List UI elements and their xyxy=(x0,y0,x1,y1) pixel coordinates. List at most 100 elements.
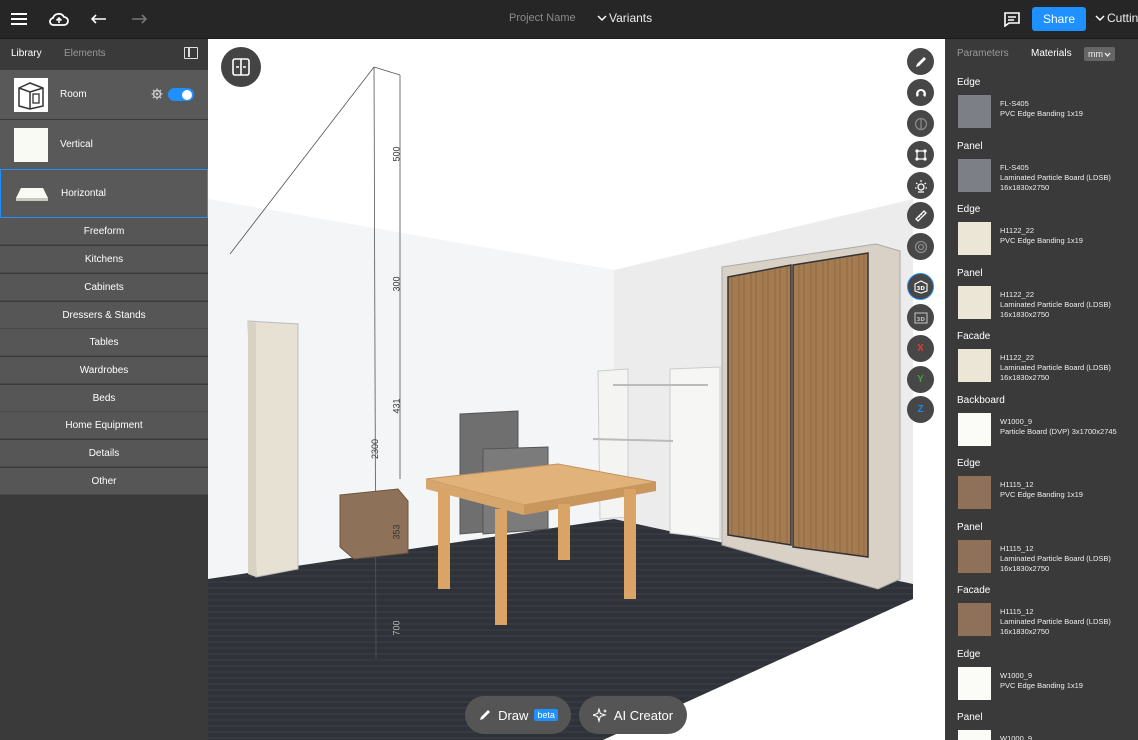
material-heading: Facade xyxy=(957,585,991,596)
material-description: H1122_22 PVC Edge Banding 1x19 xyxy=(1000,226,1083,246)
comments-icon[interactable] xyxy=(1001,8,1023,30)
category-tables[interactable]: Tables xyxy=(0,329,208,356)
magnet-tool[interactable] xyxy=(907,79,934,106)
library-item-label: Room xyxy=(60,89,87,100)
transform-tool[interactable] xyxy=(907,141,934,168)
material-swatch[interactable] xyxy=(958,666,991,700)
material-swatch[interactable] xyxy=(958,539,991,573)
panel-toggle-icon[interactable] xyxy=(184,47,198,59)
wardrobe[interactable] xyxy=(721,243,901,590)
axis-y-button[interactable]: Y xyxy=(907,366,934,393)
target-icon xyxy=(914,240,927,253)
svg-text:3D: 3D xyxy=(916,317,925,323)
material-heading: Panel xyxy=(957,521,983,533)
material-name: PVC Edge Banding 1x19 xyxy=(1000,236,1083,245)
vertical-panel-icon xyxy=(14,127,48,162)
tab-materials[interactable]: Materials xyxy=(1031,48,1072,59)
material-swatch[interactable] xyxy=(958,476,991,509)
material-heading: Panel xyxy=(957,712,983,723)
light-tool[interactable] xyxy=(907,172,934,199)
material-description: H1115_12 Laminated Particle Board (LDSB) 1… xyxy=(1000,607,1111,637)
category-beds[interactable]: Beds xyxy=(0,385,208,412)
share-button[interactable]: Share xyxy=(1032,7,1086,31)
menu-icon[interactable] xyxy=(8,8,30,30)
library-item-horizontal[interactable]: Horizontal xyxy=(0,169,208,218)
3d-viewport[interactable]: 500 300 431 2300 353 700 3D 3D X Y Z Dra… xyxy=(208,39,945,740)
ruler-tool[interactable] xyxy=(907,202,934,229)
material-swatch[interactable] xyxy=(958,730,991,740)
project-name[interactable]: Project Name xyxy=(509,12,576,24)
material-name: Particle Board (DVP) 3x1700x2745 xyxy=(1000,426,1117,436)
svg-text:3D: 3D xyxy=(916,286,925,292)
library-item-label: Horizontal xyxy=(61,188,107,199)
material-description: FL-S405 PVC Edge Banding 1x19 xyxy=(1000,99,1083,119)
category-details[interactable]: Details xyxy=(0,440,208,467)
material-swatch[interactable] xyxy=(958,412,991,446)
chevron-down-icon xyxy=(597,15,607,22)
category-freeform[interactable]: Freeform xyxy=(0,218,208,245)
library-item-label: Vertical xyxy=(60,139,93,150)
dimension-label: 700 xyxy=(391,620,402,636)
material-swatch[interactable] xyxy=(958,603,991,636)
material-code: FL-S405 xyxy=(1000,99,1029,108)
material-name: Laminated Particle Board (LDSB) xyxy=(1000,299,1111,309)
unit-select[interactable]: mm xyxy=(1084,47,1115,61)
tab-parameters[interactable]: Parameters xyxy=(957,48,1009,59)
material-swatch[interactable] xyxy=(958,95,991,128)
dimension-label: 353 xyxy=(391,524,402,540)
material-description: FL-S405 Laminated Particle Board (LDSB) 16… xyxy=(1000,163,1111,193)
tab-library[interactable]: Library xyxy=(11,48,42,59)
mirror-tool[interactable] xyxy=(907,110,934,137)
bounding-box-icon xyxy=(914,148,927,161)
library-item-vertical[interactable]: Vertical xyxy=(0,120,208,169)
room-visibility-toggle[interactable] xyxy=(168,88,194,101)
material-size: 16x1830x2750 xyxy=(1000,627,1050,636)
variants-dropdown[interactable]: Variants xyxy=(597,11,652,25)
category-cabinets[interactable]: Cabinets xyxy=(0,274,208,301)
pencil-tool[interactable] xyxy=(907,48,934,75)
cube-3d-outline-icon: 3D xyxy=(913,311,928,324)
view-3d-button[interactable]: 3D xyxy=(907,273,934,300)
material-swatch[interactable] xyxy=(958,158,991,192)
category-home-equipment[interactable]: Home Equipment xyxy=(0,412,208,439)
dimension-label: 300 xyxy=(391,276,402,292)
unit-value: mm xyxy=(1088,49,1103,59)
category-other[interactable]: Other xyxy=(0,468,208,495)
view-3d-alt-button[interactable]: 3D xyxy=(907,304,934,331)
axis-z-button[interactable]: Z xyxy=(907,396,934,423)
material-code: H1122_22 xyxy=(1000,353,1035,362)
material-name: Laminated Particle Board (LDSB) xyxy=(1000,553,1111,563)
material-size: 16x1830x2750 xyxy=(1000,309,1050,319)
beta-badge: beta xyxy=(534,709,558,721)
dimension-label: 2300 xyxy=(370,438,381,460)
tab-elements[interactable]: Elements xyxy=(64,48,106,59)
category-dressers-stands[interactable]: Dressers & Stands xyxy=(0,302,208,329)
cloud-upload-icon[interactable] xyxy=(48,8,70,30)
target-tool[interactable] xyxy=(907,233,934,260)
material-code: W1000_9 xyxy=(1000,670,1033,680)
draw-label: Draw xyxy=(498,707,529,723)
draw-button[interactable]: Draw beta xyxy=(465,696,571,734)
material-swatch[interactable] xyxy=(958,349,991,382)
category-kitchens[interactable]: Kitchens xyxy=(0,246,208,273)
magnet-icon xyxy=(915,88,926,97)
material-code: H1122_22 xyxy=(1000,289,1035,299)
library-item-room[interactable]: Room xyxy=(0,70,208,119)
ai-creator-button[interactable]: AI Creator xyxy=(579,696,687,734)
dimension-label: 431 xyxy=(391,398,402,414)
material-size: 16x1830x2750 xyxy=(1000,563,1050,573)
cutting-dropdown[interactable]: Cutting xyxy=(1095,11,1138,25)
view-layout-button[interactable] xyxy=(221,47,261,87)
tall-cabinet[interactable] xyxy=(247,320,299,578)
category-wardrobes[interactable]: Wardrobes xyxy=(0,357,208,384)
material-description: H1115_12 Laminated Particle Board (LDSB) 1… xyxy=(1000,544,1111,574)
axis-x-button[interactable]: X xyxy=(907,335,934,362)
redo-icon[interactable] xyxy=(128,8,150,30)
material-name: Laminated Particle Board (LDSB) xyxy=(1000,617,1111,626)
material-code: H1115_12 xyxy=(1000,480,1034,489)
material-swatch[interactable] xyxy=(958,285,991,319)
material-swatch[interactable] xyxy=(958,222,991,255)
undo-icon[interactable] xyxy=(88,8,110,30)
material-heading: Panel xyxy=(957,140,983,152)
gear-icon[interactable] xyxy=(151,88,163,100)
